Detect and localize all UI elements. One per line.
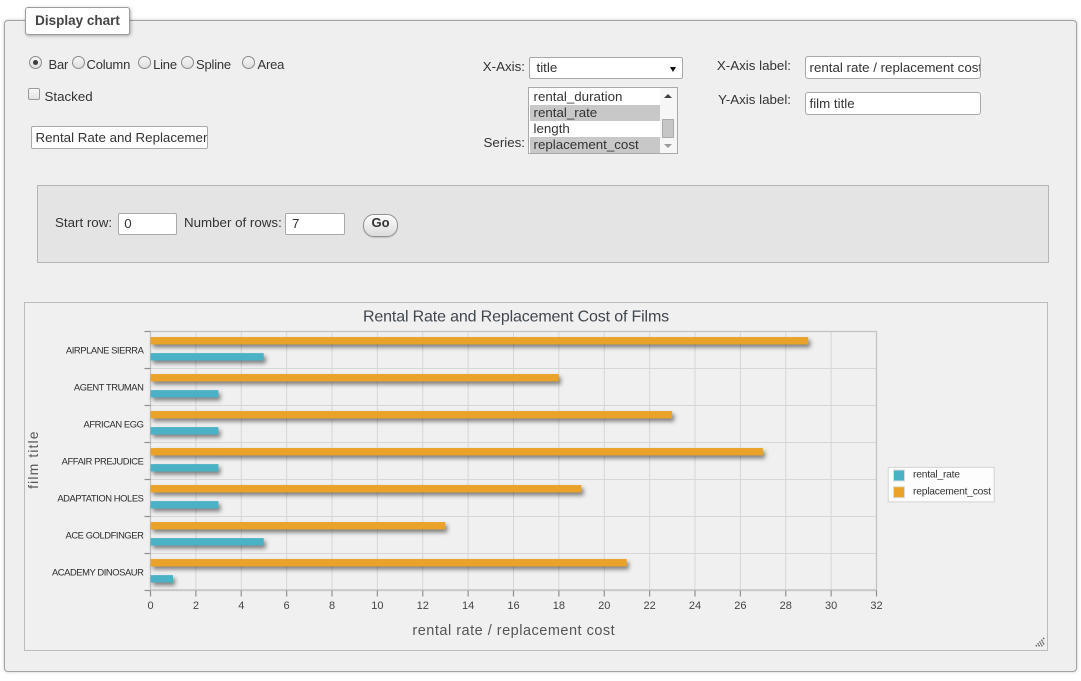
svg-text:AGENT TRUMAN: AGENT TRUMAN — [74, 382, 144, 393]
svg-text:24: 24 — [689, 600, 701, 612]
svg-text:8: 8 — [329, 600, 335, 612]
svg-text:32: 32 — [870, 600, 882, 612]
svg-text:ADAPTATION HOLES: ADAPTATION HOLES — [57, 493, 143, 504]
svg-text:20: 20 — [598, 600, 610, 612]
svg-text:AIRPLANE SIERRA: AIRPLANE SIERRA — [66, 345, 145, 356]
svg-text:18: 18 — [553, 600, 565, 612]
svg-text:28: 28 — [780, 600, 792, 612]
svg-text:rental_rate: rental_rate — [913, 470, 960, 481]
svg-text:26: 26 — [734, 600, 746, 612]
svg-text:AFRICAN EGG: AFRICAN EGG — [84, 419, 144, 430]
svg-text:Rental Rate and Replacement Co: Rental Rate and Replacement Cost of Film… — [363, 309, 669, 326]
svg-text:AFFAIR PREJUDICE: AFFAIR PREJUDICE — [62, 456, 144, 467]
svg-text:2: 2 — [193, 600, 199, 612]
svg-text:6: 6 — [284, 600, 290, 612]
svg-text:0: 0 — [147, 600, 153, 612]
svg-text:16: 16 — [507, 600, 519, 612]
svg-text:14: 14 — [462, 600, 474, 612]
svg-text:10: 10 — [371, 600, 383, 612]
svg-text:4: 4 — [238, 600, 244, 612]
svg-text:rental rate / replacement cost: rental rate / replacement cost — [412, 623, 615, 639]
svg-text:12: 12 — [417, 600, 429, 612]
svg-text:film title: film title — [25, 430, 41, 488]
svg-text:ACE GOLDFINGER: ACE GOLDFINGER — [66, 530, 145, 541]
svg-text:22: 22 — [643, 600, 655, 612]
svg-text:replacement_cost: replacement_cost — [913, 487, 991, 498]
svg-text:ACADEMY DINOSAUR: ACADEMY DINOSAUR — [52, 567, 144, 578]
svg-text:30: 30 — [825, 600, 837, 612]
